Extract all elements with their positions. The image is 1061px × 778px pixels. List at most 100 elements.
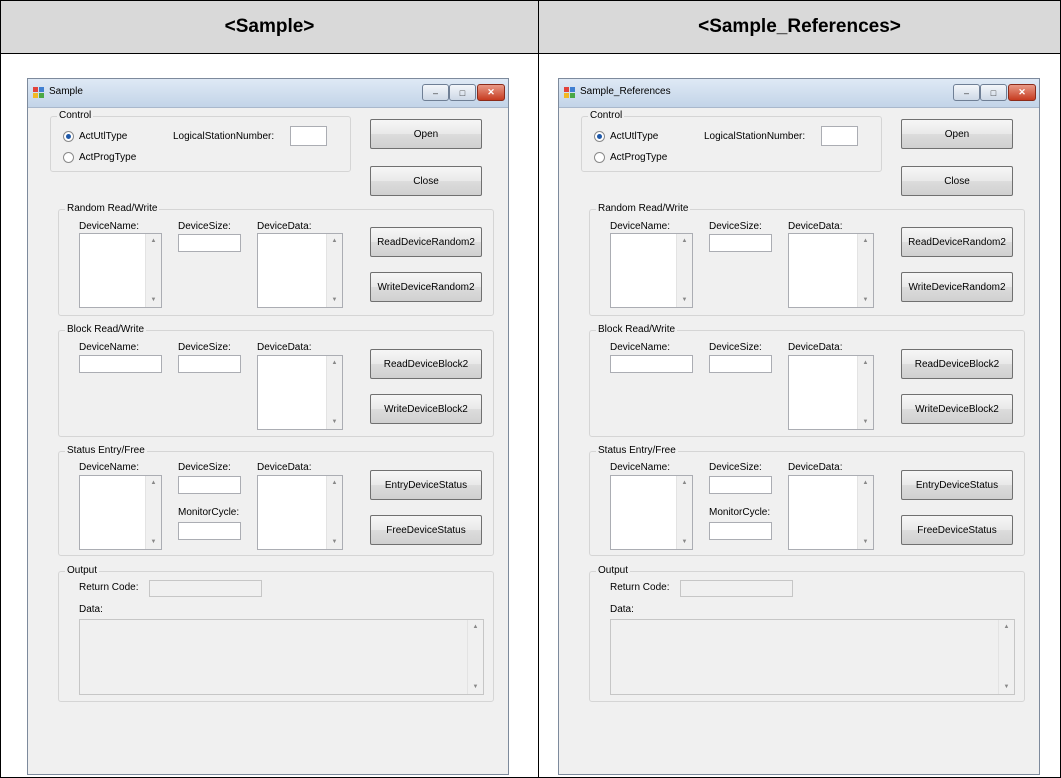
control-group-label: Control [57, 110, 94, 121]
scroll-down-icon[interactable]: ▼ [858, 539, 873, 545]
actutltype-radio[interactable] [594, 131, 605, 142]
logical-station-number-input[interactable] [290, 126, 327, 146]
block-device-size-input[interactable] [709, 355, 772, 373]
block-device-data-textarea[interactable]: ▲ ▼ [788, 355, 874, 430]
output-group-label: Output [596, 565, 631, 576]
output-data-label: Data: [79, 604, 103, 615]
scrollbar[interactable]: ▲ ▼ [857, 476, 873, 549]
scroll-up-icon[interactable]: ▲ [677, 238, 692, 244]
scrollbar[interactable]: ▲ ▼ [326, 356, 342, 429]
scrollbar[interactable]: ▲ ▼ [998, 620, 1014, 694]
read-device-block2-button[interactable]: ReadDeviceBlock2 [370, 349, 482, 379]
scrollbar[interactable]: ▲ ▼ [857, 234, 873, 307]
scrollbar[interactable]: ▲ ▼ [145, 476, 161, 549]
write-device-random2-button[interactable]: WriteDeviceRandom2 [370, 272, 482, 302]
scroll-down-icon[interactable]: ▼ [468, 684, 483, 690]
scroll-up-icon[interactable]: ▲ [327, 480, 342, 486]
maximize-button[interactable]: □ [980, 84, 1007, 101]
maximize-button[interactable]: □ [449, 84, 476, 101]
scroll-down-icon[interactable]: ▼ [677, 539, 692, 545]
scroll-up-icon[interactable]: ▲ [858, 360, 873, 366]
actprogtype-radio[interactable] [594, 152, 605, 163]
random-device-size-input[interactable] [178, 234, 241, 252]
status-device-name-textarea[interactable]: ▲ ▼ [79, 475, 162, 550]
output-data-textarea[interactable]: ▲ ▼ [79, 619, 484, 695]
open-button[interactable]: Open [901, 119, 1013, 149]
write-device-block2-button[interactable]: WriteDeviceBlock2 [370, 394, 482, 424]
scroll-up-icon[interactable]: ▲ [677, 480, 692, 486]
status-device-data-textarea[interactable]: ▲ ▼ [257, 475, 343, 550]
scroll-down-icon[interactable]: ▼ [146, 539, 161, 545]
monitor-cycle-input[interactable] [178, 522, 241, 540]
entry-device-status-button[interactable]: EntryDeviceStatus [370, 470, 482, 500]
status-device-size-input[interactable] [178, 476, 241, 494]
sample-references-window: Sample_References – □ ✕ Control ActUtlTy… [558, 78, 1040, 775]
read-device-random2-button[interactable]: ReadDeviceRandom2 [370, 227, 482, 257]
read-device-random2-button[interactable]: ReadDeviceRandom2 [901, 227, 1013, 257]
random-device-name-textarea[interactable]: ▲ ▼ [79, 233, 162, 308]
scroll-down-icon[interactable]: ▼ [327, 539, 342, 545]
scroll-up-icon[interactable]: ▲ [468, 624, 483, 630]
block-group-label: Block Read/Write [65, 324, 147, 335]
scrollbar[interactable]: ▲ ▼ [145, 234, 161, 307]
status-device-size-input[interactable] [709, 476, 772, 494]
title-bar[interactable]: Sample – □ ✕ [28, 79, 508, 108]
minimize-button[interactable]: – [953, 84, 980, 101]
actutltype-label: ActUtlType [610, 131, 659, 142]
entry-device-status-button[interactable]: EntryDeviceStatus [901, 470, 1013, 500]
app-icon [564, 87, 575, 98]
close-button[interactable]: Close [901, 166, 1013, 196]
scrollbar[interactable]: ▲ ▼ [857, 356, 873, 429]
monitor-cycle-input[interactable] [709, 522, 772, 540]
window-title: Sample [49, 86, 83, 97]
close-button[interactable]: Close [370, 166, 482, 196]
scrollbar[interactable]: ▲ ▼ [326, 476, 342, 549]
block-device-name-input[interactable] [79, 355, 162, 373]
app-icon [33, 87, 44, 98]
scroll-down-icon[interactable]: ▼ [327, 419, 342, 425]
actutltype-radio[interactable] [63, 131, 74, 142]
random-device-name-textarea[interactable]: ▲ ▼ [610, 233, 693, 308]
block-device-data-textarea[interactable]: ▲ ▼ [257, 355, 343, 430]
status-device-data-textarea[interactable]: ▲ ▼ [788, 475, 874, 550]
actprogtype-radio[interactable] [63, 152, 74, 163]
close-window-button[interactable]: ✕ [477, 84, 505, 101]
scrollbar[interactable]: ▲ ▼ [467, 620, 483, 694]
read-device-block2-button[interactable]: ReadDeviceBlock2 [901, 349, 1013, 379]
write-device-random2-button[interactable]: WriteDeviceRandom2 [901, 272, 1013, 302]
scroll-up-icon[interactable]: ▲ [327, 238, 342, 244]
free-device-status-button[interactable]: FreeDeviceStatus [901, 515, 1013, 545]
title-bar[interactable]: Sample_References – □ ✕ [559, 79, 1039, 108]
scroll-down-icon[interactable]: ▼ [858, 297, 873, 303]
write-device-block2-button[interactable]: WriteDeviceBlock2 [901, 394, 1013, 424]
scrollbar[interactable]: ▲ ▼ [326, 234, 342, 307]
scroll-up-icon[interactable]: ▲ [858, 238, 873, 244]
free-device-status-button[interactable]: FreeDeviceStatus [370, 515, 482, 545]
scrollbar[interactable]: ▲ ▼ [676, 476, 692, 549]
actprogtype-label: ActProgType [79, 152, 137, 163]
scroll-down-icon[interactable]: ▼ [999, 684, 1014, 690]
scroll-down-icon[interactable]: ▼ [858, 419, 873, 425]
close-window-button[interactable]: ✕ [1008, 84, 1036, 101]
random-device-size-input[interactable] [709, 234, 772, 252]
block-device-name-input[interactable] [610, 355, 693, 373]
logical-station-number-input[interactable] [821, 126, 858, 146]
status-device-name-label: DeviceName: [610, 462, 671, 473]
random-device-data-textarea[interactable]: ▲ ▼ [788, 233, 874, 308]
scroll-up-icon[interactable]: ▲ [999, 624, 1014, 630]
output-data-textarea[interactable]: ▲ ▼ [610, 619, 1015, 695]
block-device-size-input[interactable] [178, 355, 241, 373]
open-button[interactable]: Open [370, 119, 482, 149]
scroll-up-icon[interactable]: ▲ [327, 360, 342, 366]
scroll-down-icon[interactable]: ▼ [327, 297, 342, 303]
scroll-up-icon[interactable]: ▲ [858, 480, 873, 486]
scroll-down-icon[interactable]: ▼ [677, 297, 692, 303]
column-divider [538, 1, 539, 777]
scroll-up-icon[interactable]: ▲ [146, 238, 161, 244]
status-device-name-textarea[interactable]: ▲ ▼ [610, 475, 693, 550]
scroll-up-icon[interactable]: ▲ [146, 480, 161, 486]
scrollbar[interactable]: ▲ ▼ [676, 234, 692, 307]
random-device-data-textarea[interactable]: ▲ ▼ [257, 233, 343, 308]
minimize-button[interactable]: – [422, 84, 449, 101]
scroll-down-icon[interactable]: ▼ [146, 297, 161, 303]
